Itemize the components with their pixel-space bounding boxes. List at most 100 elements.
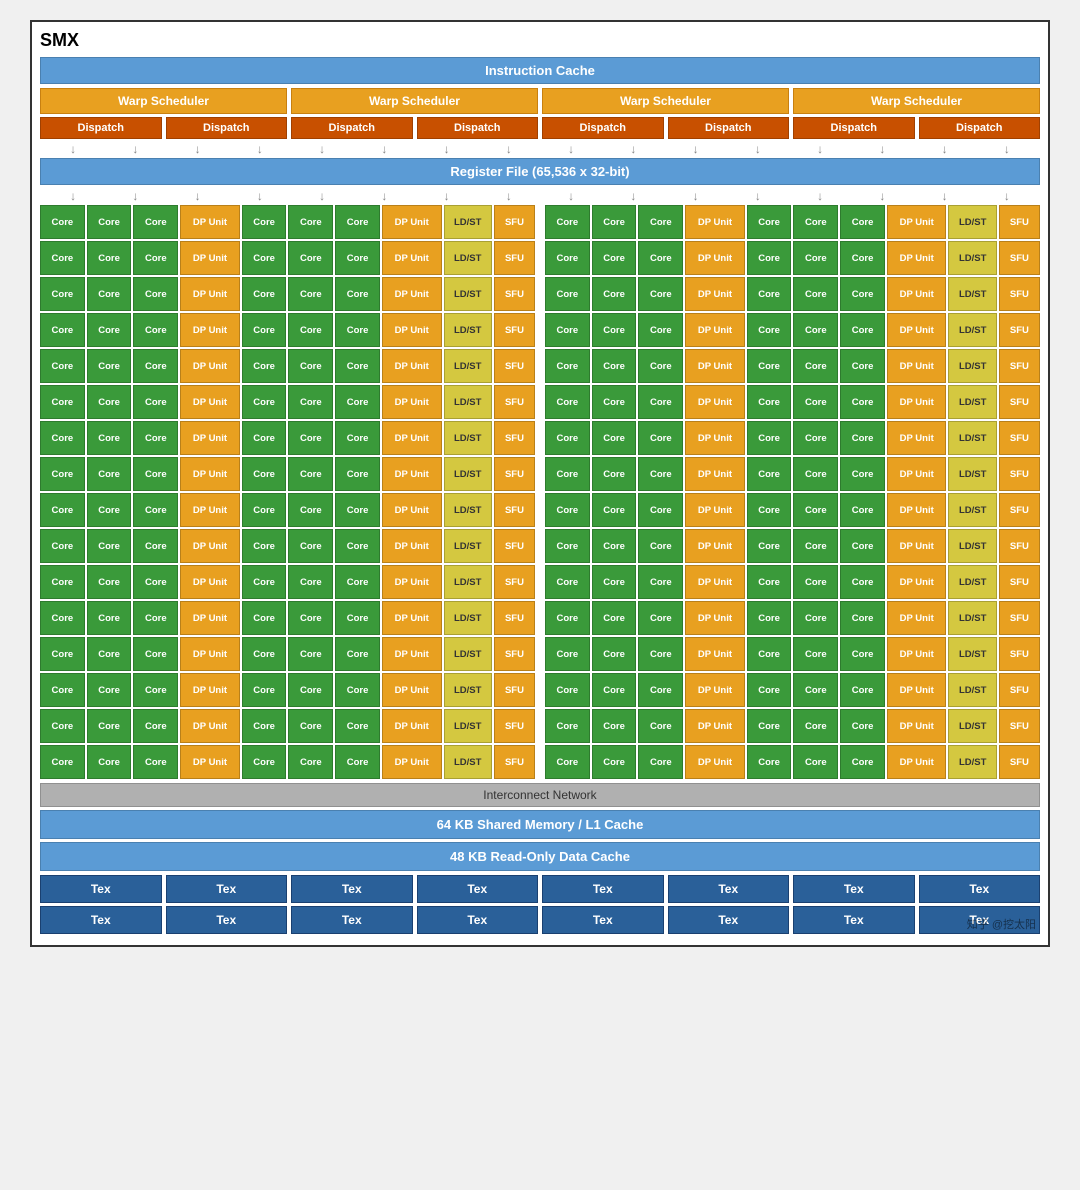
arrow-icon: ↓ bbox=[755, 142, 761, 156]
table-row: CoreCoreCoreDP UnitCoreCoreCoreDP UnitLD… bbox=[40, 241, 1040, 275]
core-cell-core: Core bbox=[87, 493, 132, 527]
core-cell-core: Core bbox=[40, 421, 85, 455]
arrow-icon: ↓ bbox=[879, 189, 885, 203]
core-cell-dp: DP Unit bbox=[887, 457, 947, 491]
table-row: CoreCoreCoreDP UnitCoreCoreCoreDP UnitLD… bbox=[40, 277, 1040, 311]
core-cell-ldst: LD/ST bbox=[948, 709, 996, 743]
core-cell-ldst: LD/ST bbox=[948, 277, 996, 311]
core-cell-dp: DP Unit bbox=[180, 637, 240, 671]
core-cell-sfu: SFU bbox=[494, 493, 535, 527]
core-grid: CoreCoreCoreDP UnitCoreCoreCoreDP UnitLD… bbox=[40, 205, 1040, 779]
core-cell-dp: DP Unit bbox=[180, 349, 240, 383]
core-cell-core: Core bbox=[840, 385, 885, 419]
arrow-icon: ↓ bbox=[257, 142, 263, 156]
table-row: CoreCoreCoreDP UnitCoreCoreCoreDP UnitLD… bbox=[40, 385, 1040, 419]
core-cell-sfu: SFU bbox=[494, 529, 535, 563]
core-cell-core: Core bbox=[288, 205, 333, 239]
smx-diagram: SMX Instruction Cache Warp Scheduler War… bbox=[30, 20, 1050, 947]
core-cell-core: Core bbox=[87, 601, 132, 635]
core-cell-core: Core bbox=[133, 385, 178, 419]
core-cell-dp: DP Unit bbox=[382, 637, 442, 671]
core-cell-dp: DP Unit bbox=[382, 709, 442, 743]
cell-gap bbox=[537, 601, 543, 635]
core-cell-sfu: SFU bbox=[494, 421, 535, 455]
core-cell-core: Core bbox=[592, 349, 637, 383]
core-cell-core: Core bbox=[840, 673, 885, 707]
core-cell-core: Core bbox=[840, 493, 885, 527]
warp-scheduler-row: Warp Scheduler Warp Scheduler Warp Sched… bbox=[40, 88, 1040, 114]
table-row: CoreCoreCoreDP UnitCoreCoreCoreDP UnitLD… bbox=[40, 493, 1040, 527]
core-cell-sfu: SFU bbox=[999, 205, 1040, 239]
core-cell-ldst: LD/ST bbox=[948, 493, 996, 527]
warp-scheduler-3: Warp Scheduler bbox=[542, 88, 789, 114]
core-cell-core: Core bbox=[545, 457, 590, 491]
warp-scheduler-2: Warp Scheduler bbox=[291, 88, 538, 114]
core-cell-ldst: LD/ST bbox=[444, 421, 492, 455]
core-cell-core: Core bbox=[638, 385, 683, 419]
core-cell-dp: DP Unit bbox=[685, 421, 745, 455]
core-cell-core: Core bbox=[87, 277, 132, 311]
core-cell-dp: DP Unit bbox=[382, 673, 442, 707]
core-cell-core: Core bbox=[242, 601, 287, 635]
cell-gap bbox=[537, 385, 543, 419]
core-cell-core: Core bbox=[638, 637, 683, 671]
core-cell-sfu: SFU bbox=[999, 241, 1040, 275]
table-row: CoreCoreCoreDP UnitCoreCoreCoreDP UnitLD… bbox=[40, 205, 1040, 239]
core-cell-core: Core bbox=[592, 313, 637, 347]
core-cell-core: Core bbox=[592, 493, 637, 527]
core-cell-core: Core bbox=[288, 457, 333, 491]
core-cell-core: Core bbox=[592, 277, 637, 311]
cell-gap bbox=[537, 241, 543, 275]
dispatch-7: Dispatch bbox=[793, 117, 915, 139]
core-cell-dp: DP Unit bbox=[382, 421, 442, 455]
arrow-icon: ↓ bbox=[70, 189, 76, 203]
core-cell-core: Core bbox=[242, 745, 287, 779]
arrow-icon: ↓ bbox=[568, 189, 574, 203]
core-cell-dp: DP Unit bbox=[382, 385, 442, 419]
dispatch-4: Dispatch bbox=[417, 117, 539, 139]
core-cell-core: Core bbox=[592, 421, 637, 455]
cell-gap bbox=[537, 637, 543, 671]
core-cell-core: Core bbox=[793, 673, 838, 707]
core-cell-sfu: SFU bbox=[494, 205, 535, 239]
core-cell-dp: DP Unit bbox=[180, 241, 240, 275]
core-cell-core: Core bbox=[840, 349, 885, 383]
core-cell-core: Core bbox=[87, 529, 132, 563]
core-cell-core: Core bbox=[793, 277, 838, 311]
core-cell-ldst: LD/ST bbox=[444, 601, 492, 635]
core-cell-core: Core bbox=[242, 637, 287, 671]
core-cell-core: Core bbox=[87, 241, 132, 275]
core-cell-core: Core bbox=[40, 601, 85, 635]
core-cell-core: Core bbox=[747, 565, 792, 599]
core-cell-sfu: SFU bbox=[999, 709, 1040, 743]
core-cell-sfu: SFU bbox=[999, 349, 1040, 383]
core-cell-dp: DP Unit bbox=[382, 313, 442, 347]
core-cell-ldst: LD/ST bbox=[948, 205, 996, 239]
core-cell-ldst: LD/ST bbox=[444, 529, 492, 563]
table-row: CoreCoreCoreDP UnitCoreCoreCoreDP UnitLD… bbox=[40, 421, 1040, 455]
arrow-icon: ↓ bbox=[319, 189, 325, 203]
arrows-down-2: ↓ ↓ ↓ ↓ ↓ ↓ ↓ ↓ ↓ ↓ ↓ ↓ ↓ ↓ ↓ ↓ bbox=[40, 189, 1040, 203]
tex-1: Tex bbox=[40, 875, 162, 903]
core-cell-core: Core bbox=[638, 709, 683, 743]
core-cell-ldst: LD/ST bbox=[444, 673, 492, 707]
arrow-icon: ↓ bbox=[693, 189, 699, 203]
core-cell-core: Core bbox=[592, 241, 637, 275]
core-cell-core: Core bbox=[40, 457, 85, 491]
core-cell-core: Core bbox=[545, 745, 590, 779]
core-cell-core: Core bbox=[133, 529, 178, 563]
arrow-icon: ↓ bbox=[817, 142, 823, 156]
core-cell-core: Core bbox=[793, 745, 838, 779]
core-cell-core: Core bbox=[747, 349, 792, 383]
arrow-icon: ↓ bbox=[257, 189, 263, 203]
core-cell-ldst: LD/ST bbox=[948, 349, 996, 383]
core-cell-ldst: LD/ST bbox=[444, 349, 492, 383]
core-cell-core: Core bbox=[840, 241, 885, 275]
core-cell-core: Core bbox=[793, 313, 838, 347]
core-cell-core: Core bbox=[747, 205, 792, 239]
core-cell-core: Core bbox=[747, 277, 792, 311]
core-cell-core: Core bbox=[592, 457, 637, 491]
core-cell-core: Core bbox=[133, 313, 178, 347]
core-cell-core: Core bbox=[638, 349, 683, 383]
tex-11: Tex bbox=[291, 906, 413, 934]
